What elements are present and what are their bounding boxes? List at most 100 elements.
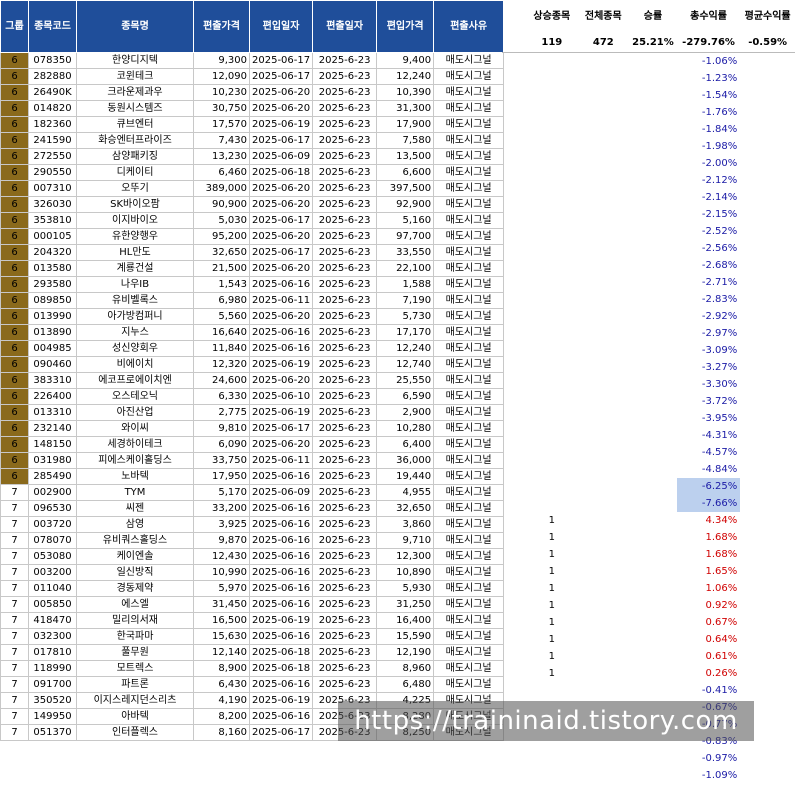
cell-name[interactable]: 씨젠 [76, 500, 194, 517]
cell-up-flag[interactable] [526, 444, 577, 461]
cell-group[interactable]: 6 [0, 468, 29, 485]
cell-in-date[interactable]: 2025-06-16 [248, 548, 314, 565]
summary-header-total-return[interactable]: 총수익률 [677, 0, 740, 34]
cell-name[interactable]: 경동제약 [76, 580, 194, 597]
cell-return[interactable]: 0.64% [677, 631, 740, 648]
cell-code[interactable]: 013580 [28, 260, 77, 277]
cell-in-price[interactable]: 12,190 [376, 644, 435, 661]
cell-up-flag[interactable] [526, 172, 577, 189]
cell-out-date[interactable]: 2025-6-23 [312, 420, 378, 437]
cell-group[interactable]: 6 [0, 436, 29, 453]
cell-return[interactable]: 1.06% [677, 580, 740, 597]
cell-group[interactable]: 7 [0, 484, 29, 501]
table-row[interactable]: 6 013890 지누스 16,640 2025-06-16 2025-6-23 17,17… [0, 324, 505, 341]
cell-up-flag[interactable] [526, 478, 577, 495]
cell-in-price[interactable]: 9,710 [376, 532, 435, 549]
cell-return[interactable]: 0.61% [677, 648, 740, 665]
cell-in-price[interactable]: 22,100 [376, 260, 435, 277]
cell-in-price[interactable]: 36,000 [376, 452, 435, 469]
cell-group[interactable]: 7 [0, 676, 29, 693]
cell-group[interactable]: 7 [0, 708, 29, 725]
cell-out-price[interactable]: 1,543 [193, 276, 250, 293]
cell-name[interactable]: 오스테오닉 [76, 388, 194, 405]
table-row[interactable]: 7 032300 한국파마 15,630 2025-06-16 2025-6-23 15,5… [0, 628, 505, 645]
cell-in-date[interactable]: 2025-06-16 [248, 564, 314, 581]
table-row[interactable]: 7 003200 일신방직 10,990 2025-06-16 2025-6-23 10,8… [0, 564, 505, 581]
cell-group[interactable]: 7 [0, 564, 29, 581]
cell-group[interactable]: 6 [0, 244, 29, 261]
cell-group[interactable]: 7 [0, 580, 29, 597]
cell-up-flag[interactable] [526, 138, 577, 155]
cell-in-price[interactable]: 16,400 [376, 612, 435, 629]
cell-reason[interactable]: 매도시그널 [433, 116, 505, 133]
cell-up-flag[interactable] [526, 257, 577, 274]
cell-in-price[interactable]: 97,700 [376, 228, 435, 245]
cell-up-flag[interactable] [526, 427, 577, 444]
cell-name[interactable]: 밀리의서재 [76, 612, 194, 629]
cell-out-date[interactable]: 2025-6-23 [312, 468, 378, 485]
cell-up-flag[interactable] [526, 767, 577, 784]
cell-code[interactable]: 272550 [28, 148, 77, 165]
table-row[interactable]: 7 003720 삼영 3,925 2025-06-16 2025-6-23 3,860 매도… [0, 516, 505, 533]
cell-reason[interactable]: 매도시그널 [433, 388, 505, 405]
cell-reason[interactable]: 매도시그널 [433, 596, 505, 613]
col-header-group[interactable]: 그룹 [0, 0, 29, 53]
table-row[interactable]: 7 091700 파트론 6,430 2025-06-16 2025-6-23 6,480 매… [0, 676, 505, 693]
cell-out-price[interactable]: 12,090 [193, 68, 250, 85]
cell-out-date[interactable]: 2025-6-23 [312, 324, 378, 341]
cell-return[interactable]: -1.76% [677, 104, 740, 121]
cell-in-date[interactable]: 2025-06-09 [248, 148, 314, 165]
cell-out-price[interactable]: 6,980 [193, 292, 250, 309]
cell-name[interactable]: 아바텍 [76, 708, 194, 725]
cell-in-price[interactable]: 6,480 [376, 676, 435, 693]
cell-out-date[interactable]: 2025-6-23 [312, 484, 378, 501]
summary-value-total-return[interactable]: -279.76% [676, 34, 741, 53]
cell-group[interactable]: 6 [0, 68, 29, 85]
cell-group[interactable]: 7 [0, 724, 29, 741]
cell-in-price[interactable]: 397,500 [376, 180, 435, 197]
cell-name[interactable]: 나우IB [76, 276, 194, 293]
cell-in-price[interactable]: 4,955 [376, 484, 435, 501]
cell-in-price[interactable]: 12,240 [376, 340, 435, 357]
cell-name[interactable]: 이지스레지던스리츠 [76, 692, 194, 709]
cell-out-price[interactable]: 6,330 [193, 388, 250, 405]
cell-return[interactable]: -2.12% [677, 172, 740, 189]
cell-reason[interactable]: 매도시그널 [433, 532, 505, 549]
cell-out-date[interactable]: 2025-6-23 [312, 660, 378, 677]
cell-in-date[interactable]: 2025-06-10 [248, 388, 314, 405]
cell-reason[interactable]: 매도시그널 [433, 420, 505, 437]
cell-return[interactable]: -7.66% [676, 494, 741, 512]
cell-up-flag[interactable] [526, 291, 577, 308]
cell-out-date[interactable]: 2025-6-23 [312, 612, 378, 629]
table-row[interactable]: 7 011040 경동제약 5,970 2025-06-16 2025-6-23 5,930… [0, 580, 505, 597]
cell-in-date[interactable]: 2025-06-17 [248, 420, 314, 437]
table-row[interactable]: 7 005850 에스엘 31,450 2025-06-16 2025-6-23 31,25… [0, 596, 505, 613]
cell-reason[interactable]: 매도시그널 [433, 52, 505, 69]
cell-name[interactable]: 유한양행우 [76, 228, 194, 245]
cell-group[interactable]: 6 [0, 452, 29, 469]
cell-return[interactable]: -2.83% [677, 291, 740, 308]
cell-name[interactable]: 일신방직 [76, 564, 194, 581]
cell-up-flag[interactable] [526, 359, 577, 376]
cell-reason[interactable]: 매도시그널 [433, 500, 505, 517]
cell-out-price[interactable]: 2,775 [193, 404, 250, 421]
cell-reason[interactable]: 매도시그널 [433, 132, 505, 149]
cell-group[interactable]: 7 [0, 660, 29, 677]
cell-up-flag[interactable] [526, 155, 577, 172]
cell-in-price[interactable]: 17,170 [376, 324, 435, 341]
cell-return[interactable]: -2.56% [677, 240, 740, 257]
cell-in-price[interactable]: 10,390 [376, 84, 435, 101]
cell-out-date[interactable]: 2025-6-23 [312, 436, 378, 453]
cell-group[interactable]: 7 [0, 516, 29, 533]
cell-in-date[interactable]: 2025-06-17 [248, 244, 314, 261]
cell-reason[interactable]: 매도시그널 [433, 676, 505, 693]
cell-reason[interactable]: 매도시그널 [433, 308, 505, 325]
table-row[interactable]: 7 118990 모트렉스 8,900 2025-06-18 2025-6-23 8,960… [0, 660, 505, 677]
cell-group[interactable]: 6 [0, 100, 29, 117]
col-header-code[interactable]: 종목코드 [28, 0, 77, 53]
cell-return[interactable]: -6.25% [676, 477, 741, 495]
cell-up-flag[interactable] [526, 52, 577, 70]
cell-return[interactable]: -1.54% [677, 87, 740, 104]
cell-in-price[interactable]: 6,600 [376, 164, 435, 181]
table-row[interactable]: 6 089850 유비벨록스 6,980 2025-06-11 2025-6-23 7,19… [0, 292, 505, 309]
